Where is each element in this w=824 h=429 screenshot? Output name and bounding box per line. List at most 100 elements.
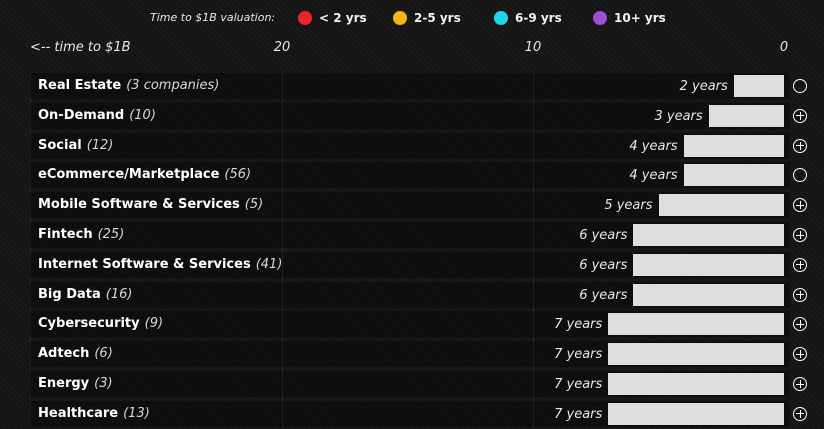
bar[interactable] bbox=[683, 134, 784, 157]
legend-title: Time to $1B valuation: bbox=[150, 11, 276, 24]
category-row[interactable]: Fintech (25) 6 years bbox=[0, 220, 824, 250]
legend: Time to $1B valuation: < 2 yrs 2-5 yrs 6-9… bbox=[0, 9, 824, 27]
category-name: eCommerce/Marketplace bbox=[38, 167, 220, 183]
bar-value-label: 7 years bbox=[554, 377, 603, 392]
company-count: (10) bbox=[129, 107, 156, 123]
legend-item[interactable]: 6-9 yrs bbox=[494, 9, 562, 27]
company-count: (12) bbox=[86, 137, 114, 153]
category-label: eCommerce/Marketplace (56) bbox=[38, 167, 251, 182]
category-label: Cybersecurity (9) bbox=[38, 316, 163, 331]
plus-circle-icon[interactable] bbox=[793, 406, 807, 421]
category-name: Social bbox=[38, 137, 82, 153]
company-count: (16) bbox=[105, 286, 133, 302]
company-count: (5) bbox=[244, 197, 264, 213]
bar-value-label: 4 years bbox=[629, 168, 678, 184]
bar-value-label: 7 years bbox=[554, 317, 603, 333]
bar[interactable] bbox=[608, 373, 784, 395]
category-name: Mobile Software & Services bbox=[38, 197, 240, 213]
category-name: Adtech bbox=[38, 346, 90, 362]
bar-value-label: 6 years bbox=[579, 257, 628, 273]
category-name: Real Estate bbox=[38, 78, 122, 93]
category-name: Cybersecurity bbox=[38, 316, 140, 332]
category-row[interactable]: eCommerce/Marketplace (56) 4 years bbox=[0, 160, 824, 190]
plus-circle-icon[interactable] bbox=[793, 138, 807, 153]
company-count: (9) bbox=[144, 316, 164, 332]
category-label: On-Demand (10) bbox=[38, 108, 156, 123]
x-tick-label: 20 bbox=[273, 40, 291, 55]
plus-circle-icon[interactable] bbox=[793, 377, 807, 391]
bar[interactable] bbox=[633, 224, 784, 246]
bar[interactable] bbox=[608, 313, 784, 336]
company-count: (13) bbox=[123, 405, 150, 421]
category-row[interactable]: Healthcare (13) 7 years bbox=[0, 399, 824, 429]
company-count: (25) bbox=[97, 227, 125, 242]
plus-circle-icon[interactable] bbox=[793, 287, 807, 302]
category-name: Fintech bbox=[38, 227, 93, 242]
category-name: Internet Software & Services bbox=[38, 256, 251, 272]
plus-circle-icon[interactable] bbox=[793, 347, 807, 362]
legend-swatch bbox=[393, 11, 407, 25]
legend-item[interactable]: 2-5 yrs bbox=[393, 9, 461, 27]
bar[interactable] bbox=[658, 194, 784, 217]
plus-circle-icon[interactable] bbox=[793, 108, 807, 123]
category-row[interactable]: Internet Software & Services (41) 6 years bbox=[0, 250, 824, 280]
company-count: (56) bbox=[224, 167, 252, 183]
category-row[interactable]: Real Estate (3 companies) 2 years bbox=[0, 71, 824, 101]
legend-swatch bbox=[298, 11, 312, 25]
company-count: (41) bbox=[255, 256, 283, 272]
bar-value-label: 4 years bbox=[629, 138, 678, 154]
bar[interactable] bbox=[733, 75, 784, 97]
category-row[interactable]: On-Demand (10) 3 years bbox=[0, 101, 824, 131]
plus-circle-icon[interactable] bbox=[793, 198, 807, 213]
bar-value-label: 6 years bbox=[579, 228, 628, 243]
x-tick-label: 10 bbox=[524, 40, 542, 55]
bar-value-label: 7 years bbox=[554, 406, 603, 422]
bar-value-label: 3 years bbox=[654, 108, 703, 124]
category-row[interactable]: Social (12) 4 years bbox=[0, 131, 824, 161]
legend-label: 6-9 yrs bbox=[515, 11, 562, 25]
category-row[interactable]: Mobile Software & Services (5) 5 years bbox=[0, 190, 824, 220]
bar-value-label: 6 years bbox=[579, 287, 628, 303]
bar-value-label: 2 years bbox=[679, 79, 728, 94]
company-count: (3) bbox=[94, 376, 113, 391]
category-label: Healthcare (13) bbox=[38, 406, 150, 421]
category-name: On-Demand bbox=[38, 107, 125, 123]
legend-label: 2-5 yrs bbox=[414, 11, 461, 25]
legend-item[interactable]: < 2 yrs bbox=[298, 9, 367, 27]
circle-icon[interactable] bbox=[793, 168, 807, 183]
category-row[interactable]: Energy (3) 7 years bbox=[0, 369, 824, 399]
category-label: Big Data (16) bbox=[38, 287, 132, 302]
legend-label: 10+ yrs bbox=[614, 11, 666, 25]
plus-circle-icon[interactable] bbox=[793, 257, 807, 272]
plus-circle-icon[interactable] bbox=[793, 228, 807, 242]
category-row[interactable]: Big Data (16) 6 years bbox=[0, 280, 824, 310]
category-label: Real Estate (3 companies) bbox=[38, 78, 219, 93]
bar[interactable] bbox=[633, 253, 784, 276]
bar[interactable] bbox=[608, 343, 784, 366]
bar[interactable] bbox=[608, 402, 784, 425]
legend-item[interactable]: 10+ yrs bbox=[593, 9, 666, 27]
category-name: Energy bbox=[38, 376, 90, 391]
category-name: Big Data bbox=[38, 286, 101, 302]
bar-value-label: 5 years bbox=[604, 198, 653, 214]
legend-label: < 2 yrs bbox=[319, 11, 367, 25]
legend-swatch bbox=[494, 11, 508, 25]
plus-circle-icon[interactable] bbox=[793, 317, 807, 332]
category-row[interactable]: Cybersecurity (9) 7 years bbox=[0, 309, 824, 339]
x-axis-title: <-- time to $1B bbox=[30, 40, 131, 55]
circle-icon[interactable] bbox=[793, 79, 807, 93]
bar-value-label: 7 years bbox=[554, 347, 603, 363]
bar[interactable] bbox=[708, 104, 784, 127]
category-label: Internet Software & Services (41) bbox=[38, 257, 282, 272]
x-tick-label: 0 bbox=[779, 40, 789, 55]
category-row[interactable]: Adtech (6) 7 years bbox=[0, 339, 824, 369]
bar[interactable] bbox=[633, 283, 784, 306]
company-count: (3 companies) bbox=[126, 78, 220, 93]
category-label: Energy (3) bbox=[38, 376, 113, 391]
category-label: Fintech (25) bbox=[38, 227, 124, 242]
category-label: Social (12) bbox=[38, 138, 113, 153]
bar[interactable] bbox=[683, 164, 784, 187]
category-name: Healthcare bbox=[38, 405, 119, 421]
legend-swatch bbox=[593, 11, 607, 25]
category-label: Adtech (6) bbox=[38, 346, 113, 361]
